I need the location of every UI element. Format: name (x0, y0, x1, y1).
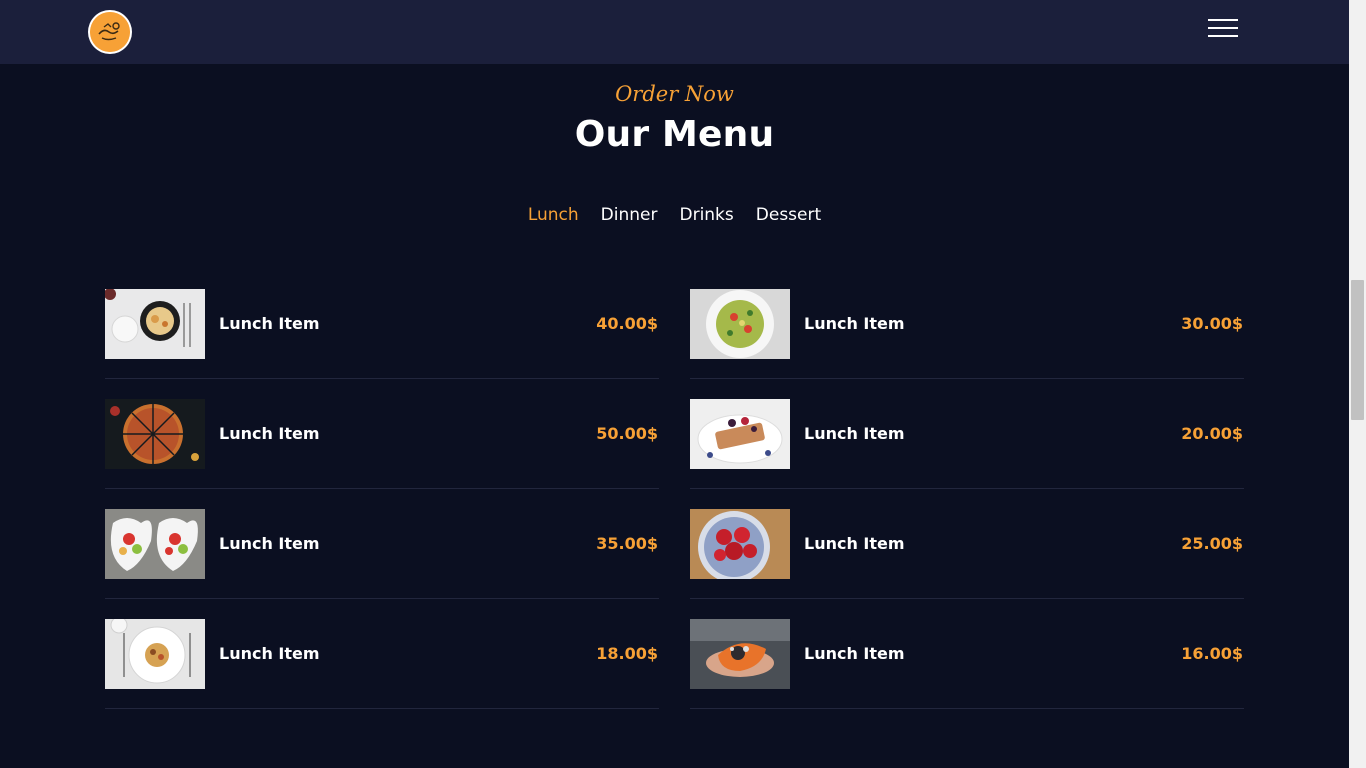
site-header (0, 0, 1349, 64)
menu-item[interactable]: Lunch Item 35.00$ (105, 509, 659, 619)
pasta-plate-image (105, 619, 205, 689)
hamburger-line (1208, 19, 1238, 21)
menu-item-name: Lunch Item (804, 644, 905, 663)
menu-item-price: 40.00$ (596, 314, 658, 333)
hamburger-line (1208, 27, 1238, 29)
pasta-skillet-image (105, 289, 205, 359)
page: Order Now Our Menu Lunch Dinner Drinks D… (0, 0, 1349, 768)
menu-item-price: 16.00$ (1181, 644, 1243, 663)
pizza-image (105, 399, 205, 469)
menu-item-name: Lunch Item (219, 314, 320, 333)
divider (690, 708, 1244, 709)
salad-plate-image (690, 289, 790, 359)
menu-item-name: Lunch Item (804, 534, 905, 553)
menu-item-price: 30.00$ (1181, 314, 1243, 333)
menu-item-name: Lunch Item (219, 644, 320, 663)
papaya-hands-image (690, 619, 790, 689)
fruit-bowls-image (105, 509, 205, 579)
divider (690, 598, 1244, 599)
divider (105, 598, 659, 599)
scrollbar-thumb[interactable] (1351, 280, 1364, 420)
divider (105, 708, 659, 709)
waffles-berries-image (690, 399, 790, 469)
menu-item-name: Lunch Item (219, 534, 320, 553)
section-eyebrow: Order Now (615, 82, 734, 106)
divider (105, 488, 659, 489)
hamburger-line (1208, 35, 1238, 37)
chef-logo-icon[interactable] (90, 12, 130, 52)
menu-item[interactable]: Lunch Item 20.00$ (690, 399, 1244, 509)
menu-item-price: 25.00$ (1181, 534, 1243, 553)
menu-item[interactable]: Lunch Item 40.00$ (105, 289, 659, 399)
menu-item[interactable]: Lunch Item 16.00$ (690, 619, 1244, 729)
tab-drinks[interactable]: Drinks (679, 203, 733, 227)
menu-item-price: 20.00$ (1181, 424, 1243, 443)
strawberries-plate-image (690, 509, 790, 579)
divider (690, 378, 1244, 379)
page-scrollbar[interactable] (1349, 0, 1366, 768)
divider (690, 488, 1244, 489)
page-title: Our Menu (574, 114, 775, 155)
tab-lunch[interactable]: Lunch (528, 203, 579, 227)
tab-dessert[interactable]: Dessert (756, 203, 821, 227)
hamburger-menu-icon[interactable] (1208, 19, 1238, 39)
menu-tabs: Lunch Dinner Drinks Dessert (0, 203, 1349, 227)
menu-item-price: 18.00$ (596, 644, 658, 663)
menu-item[interactable]: Lunch Item 50.00$ (105, 399, 659, 509)
menu-item-price: 50.00$ (596, 424, 658, 443)
tab-dinner[interactable]: Dinner (601, 203, 658, 227)
menu-item-name: Lunch Item (804, 424, 905, 443)
menu-item-name: Lunch Item (219, 424, 320, 443)
menu-item-name: Lunch Item (804, 314, 905, 333)
menu-item[interactable]: Lunch Item 18.00$ (105, 619, 659, 729)
menu-item-price: 35.00$ (596, 534, 658, 553)
divider (105, 378, 659, 379)
menu-item[interactable]: Lunch Item 30.00$ (690, 289, 1244, 399)
menu-item[interactable]: Lunch Item 25.00$ (690, 509, 1244, 619)
